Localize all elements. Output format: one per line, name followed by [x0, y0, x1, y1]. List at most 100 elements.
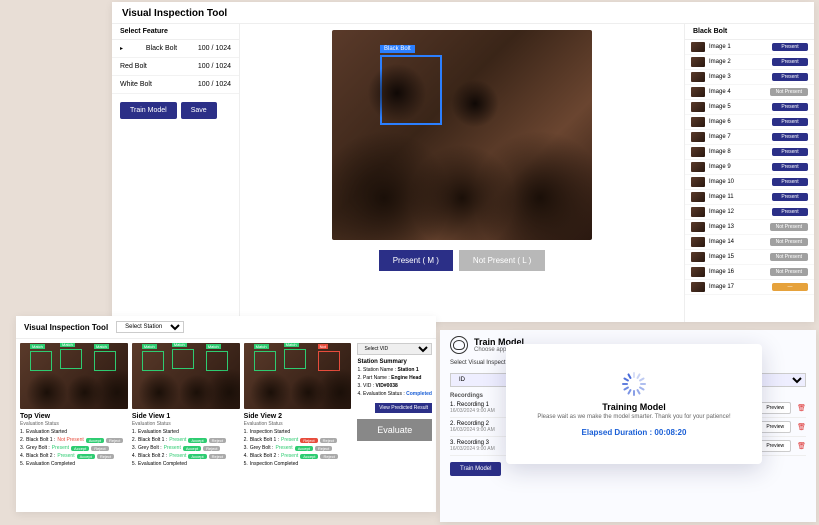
- status-badge: Not Present: [770, 88, 808, 96]
- evaluate-button[interactable]: Evaluate: [357, 419, 432, 441]
- view-image[interactable]: Match Match Match: [20, 343, 128, 409]
- status-pill: Reject: [91, 446, 108, 451]
- feature-count: 100 / 1024: [198, 63, 231, 70]
- status-badge: Present: [772, 133, 808, 141]
- status-pill: Reject: [203, 446, 220, 451]
- status-badge: Present: [772, 103, 808, 111]
- image-label: Image 5: [709, 104, 768, 110]
- image-thumb: [691, 282, 705, 292]
- eval-line: 3. Grey Bolt : Present AcceptReject: [132, 445, 240, 451]
- view-sub: Evaluation Status: [244, 421, 352, 427]
- view-sub: Evaluation Status: [132, 421, 240, 427]
- status-badge: Present: [772, 163, 808, 171]
- box-label: Match: [284, 343, 299, 347]
- eval-line: 4. Black Bolt 2 : Present AcceptReject: [20, 453, 128, 459]
- preview-button[interactable]: Preview: [759, 421, 791, 433]
- image-row[interactable]: Image 17—: [685, 280, 814, 295]
- preview-button[interactable]: Preview: [759, 402, 791, 414]
- image-thumb: [691, 102, 705, 112]
- box-label: Match: [30, 344, 45, 349]
- station-select[interactable]: Select Station: [116, 321, 184, 333]
- box-label: Not: [318, 344, 328, 349]
- box-label: Match: [60, 343, 75, 347]
- summary-line: 4. Evaluation Status : Completed: [357, 391, 432, 397]
- image-label: Image 16: [709, 269, 766, 275]
- vid-select-eval[interactable]: Select VID: [357, 343, 432, 355]
- status-badge: Not Present: [770, 253, 808, 261]
- feature-name: Black Bolt: [146, 45, 177, 52]
- image-list[interactable]: Black Bolt Image 1PresentImage 2PresentI…: [684, 24, 814, 322]
- image-row[interactable]: Image 3Present: [685, 70, 814, 85]
- status-pill: Accept: [295, 446, 313, 451]
- detection-box: Match: [206, 351, 228, 371]
- image-row[interactable]: Image 16Not Present: [685, 265, 814, 280]
- image-label: Image 17: [709, 284, 768, 290]
- detection-box: Match: [254, 351, 276, 371]
- image-row[interactable]: Image 11Present: [685, 190, 814, 205]
- status-badge: Present: [772, 118, 808, 126]
- image-row[interactable]: Image 14Not Present: [685, 235, 814, 250]
- feature-name: Red Bolt: [120, 63, 147, 70]
- eval-line: 1. Inspection Started: [244, 429, 352, 435]
- status-badge: Present: [772, 178, 808, 186]
- view-image[interactable]: MatchMatchMatch: [132, 343, 240, 409]
- eval-line: 1. Evaluation Started: [20, 429, 128, 435]
- image-row[interactable]: Image 7Present: [685, 130, 814, 145]
- train-model-button-2[interactable]: Train Model: [450, 462, 501, 476]
- feature-row[interactable]: Black Bolt100 / 1024: [112, 40, 239, 58]
- status-pill: Reject: [209, 454, 226, 459]
- image-thumb: [691, 222, 705, 232]
- image-row[interactable]: Image 8Present: [685, 145, 814, 160]
- view-sub: Evaluation Status: [20, 421, 128, 427]
- train-model-button[interactable]: Train Model: [120, 102, 177, 119]
- image-row[interactable]: Image 2Present: [685, 55, 814, 70]
- status-badge: Present: [772, 148, 808, 156]
- delete-icon[interactable]: 🗑: [797, 423, 806, 431]
- image-row[interactable]: Image 4Not Present: [685, 85, 814, 100]
- image-thumb: [691, 207, 705, 217]
- image-row[interactable]: Image 13Not Present: [685, 220, 814, 235]
- image-thumb: [691, 132, 705, 142]
- detection-box: Match: [142, 351, 164, 371]
- view-image[interactable]: Match Match Not: [244, 343, 352, 409]
- image-label: Image 3: [709, 74, 768, 80]
- view-card: MatchMatchMatchSide View 1Evaluation Sta…: [132, 343, 240, 467]
- detection-box: Match: [30, 351, 52, 371]
- preview-button[interactable]: Preview: [759, 440, 791, 452]
- feature-row[interactable]: White Bolt100 / 1024: [112, 76, 239, 94]
- recording-date: 16/03/2024 9:00 AM: [450, 408, 495, 414]
- feature-row[interactable]: Red Bolt 100 / 1024: [112, 58, 239, 76]
- image-row[interactable]: Image 10Present: [685, 175, 814, 190]
- image-row[interactable]: Image 5 Present: [685, 100, 814, 115]
- image-row[interactable]: Image 12Present: [685, 205, 814, 220]
- image-row[interactable]: Image 1Present: [685, 40, 814, 55]
- not-present-button[interactable]: Not Present ( L ): [459, 250, 545, 271]
- main-image[interactable]: Black Bolt: [332, 30, 592, 240]
- image-thumb: [691, 162, 705, 172]
- image-row[interactable]: Image 9 Present: [685, 160, 814, 175]
- eval-line: 5. Inspection Completed: [244, 461, 352, 467]
- recording-date: 16/03/2024 9:00 AM: [450, 446, 495, 452]
- view-title: Side View 2: [244, 413, 352, 420]
- delete-icon[interactable]: 🗑: [797, 404, 806, 412]
- view-predicted-button[interactable]: View Predicted Result: [375, 403, 432, 413]
- image-thumb: [691, 87, 705, 97]
- box-label: Match: [254, 344, 269, 349]
- image-thumb: [691, 267, 705, 277]
- training-modal: Training Model Please wait as we make th…: [506, 344, 762, 464]
- image-thumb: [691, 252, 705, 262]
- status-pill: Accept: [183, 446, 201, 451]
- eval-line: 3. Grey Bolt : Present AcceptReject: [244, 445, 352, 451]
- image-label: Image 9: [709, 164, 768, 170]
- status-badge: Not Present: [770, 238, 808, 246]
- image-label: Image 12: [709, 209, 768, 215]
- feature-sidebar: Select Feature Black Bolt100 / 1024Red B…: [112, 24, 240, 322]
- image-label: Image 6: [709, 119, 768, 125]
- image-row[interactable]: Image 15Not Present: [685, 250, 814, 265]
- bounding-box[interactable]: Black Bolt: [380, 55, 442, 125]
- delete-icon[interactable]: 🗑: [797, 442, 806, 450]
- view-card: MatchMatchMatchTop ViewEvaluation Status…: [20, 343, 128, 467]
- image-row[interactable]: Image 6 Present: [685, 115, 814, 130]
- save-button[interactable]: Save: [181, 102, 217, 119]
- present-button[interactable]: Present ( M ): [379, 250, 453, 271]
